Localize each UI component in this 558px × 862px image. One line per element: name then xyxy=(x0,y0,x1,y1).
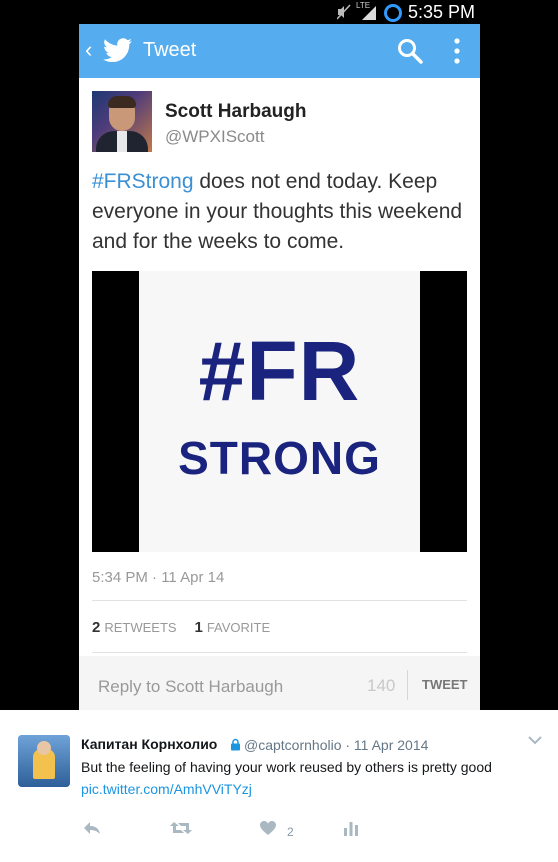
clock: 5:35 PM xyxy=(408,2,476,22)
search-icon[interactable] xyxy=(397,38,423,64)
retweets-count[interactable]: 2 xyxy=(92,619,100,636)
char-counter: 140 xyxy=(367,676,396,695)
favorites-label[interactable]: FAVORITE xyxy=(207,620,270,635)
reply-icon[interactable] xyxy=(82,820,102,836)
author-handle[interactable]: @WPXIScott xyxy=(165,127,264,147)
embedded-handle-date[interactable]: @captcornholio · 11 Apr 2014 xyxy=(244,737,428,753)
lock-icon xyxy=(231,738,240,751)
embedded-post: Капитан Корнхолио @captcornholio · 11 Ap… xyxy=(0,710,558,862)
embedded-avatar[interactable] xyxy=(18,735,70,787)
signal-icon xyxy=(362,6,376,20)
app-bar-title: Tweet xyxy=(143,39,197,61)
author-name[interactable]: Scott Harbaugh xyxy=(165,101,306,123)
app-bar: ‹ Tweet xyxy=(79,24,480,78)
like-count: 2 xyxy=(287,825,294,839)
reply-bar: Reply to Scott Harbaugh 140 TWEET xyxy=(79,656,480,710)
reply-input[interactable]: Reply to Scott Harbaugh xyxy=(98,677,283,697)
analytics-icon[interactable] xyxy=(343,820,359,836)
twitter-bird-icon xyxy=(103,38,132,62)
image-text-strong: STRONG xyxy=(178,432,381,484)
tweet-image[interactable]: #FR STRONG xyxy=(92,271,467,552)
back-icon[interactable]: ‹ xyxy=(85,37,92,63)
mute-icon xyxy=(337,4,351,20)
tweet-detail-screen: ‹ Tweet Scott Harbaugh @WPXIScott #FRStr… xyxy=(79,24,480,710)
divider xyxy=(92,652,467,653)
image-text-hashtag: #FR xyxy=(198,324,361,418)
tweet-stats: 2 RETWEETS 1 FAVORITE xyxy=(92,619,284,636)
like-icon[interactable] xyxy=(259,820,277,836)
tweet-text: #FRStrong does not end today. Keep every… xyxy=(92,167,472,257)
hashtag-link[interactable]: #FRStrong xyxy=(92,170,194,193)
author-avatar[interactable] xyxy=(92,91,152,152)
more-vertical-icon[interactable] xyxy=(453,38,461,64)
sync-icon xyxy=(384,4,402,22)
status-bar: LTE 5:35 PM xyxy=(0,0,558,24)
divider xyxy=(407,670,408,700)
tweet-timestamp: 5:34 PM · 11 Apr 14 xyxy=(92,569,225,586)
chevron-down-icon[interactable] xyxy=(527,735,543,745)
embedded-media-link[interactable]: pic.twitter.com/AmhVViTYzj xyxy=(81,781,252,797)
embedded-text: But the feeling of having your work reus… xyxy=(81,759,492,775)
embedded-display-name[interactable]: Капитан Корнхолио xyxy=(81,736,217,752)
retweet-icon[interactable] xyxy=(169,820,193,836)
retweets-label[interactable]: RETWEETS xyxy=(104,620,176,635)
tweet-button[interactable]: TWEET xyxy=(422,677,468,692)
divider xyxy=(92,600,467,601)
favorites-count[interactable]: 1 xyxy=(194,619,202,636)
